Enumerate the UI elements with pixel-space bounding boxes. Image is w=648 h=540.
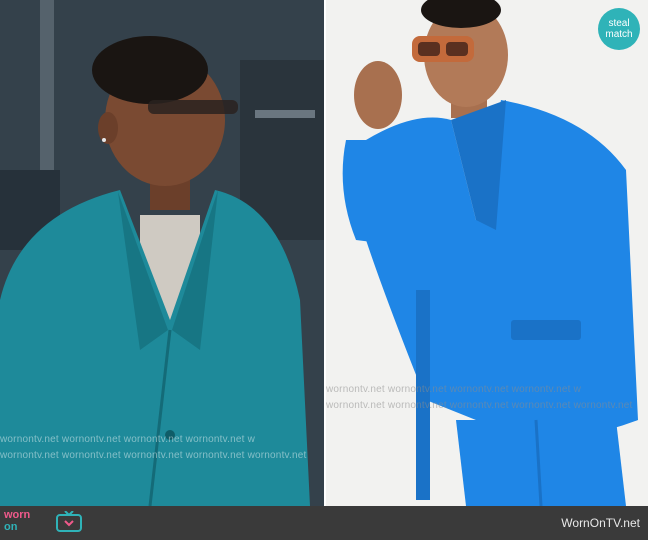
left-photo-panel: wornontv.net wornontv.net wornontv.net w… bbox=[0, 0, 324, 506]
footer-bar: worn on WornOnTV.net bbox=[0, 506, 648, 540]
logo-line2: on bbox=[4, 521, 18, 533]
product-photo bbox=[326, 0, 648, 506]
tv-icon bbox=[56, 511, 82, 532]
watermark-row: wornontv.net wornontv.net wornontv.net w… bbox=[0, 434, 255, 445]
badge-line2: match bbox=[605, 29, 633, 40]
actor-photo bbox=[0, 0, 324, 506]
watermark-row: wornontv.net wornontv.net wornontv.net w… bbox=[326, 384, 581, 395]
logo-line1: worn bbox=[4, 509, 31, 521]
right-photo-panel: wornontv.net wornontv.net wornontv.net w… bbox=[326, 0, 648, 506]
logo-text: worn on bbox=[4, 509, 30, 533]
wornontv-logo[interactable]: worn on bbox=[4, 509, 86, 537]
watermark-row: wornontv.net wornontv.net wornontv.net w… bbox=[326, 400, 633, 411]
badge-line1: steal bbox=[608, 18, 630, 29]
steal-match-badge: steal match bbox=[598, 8, 640, 50]
site-name: WornOnTV.net bbox=[561, 516, 640, 530]
watermark-row: wornontv.net wornontv.net wornontv.net w… bbox=[0, 450, 307, 461]
